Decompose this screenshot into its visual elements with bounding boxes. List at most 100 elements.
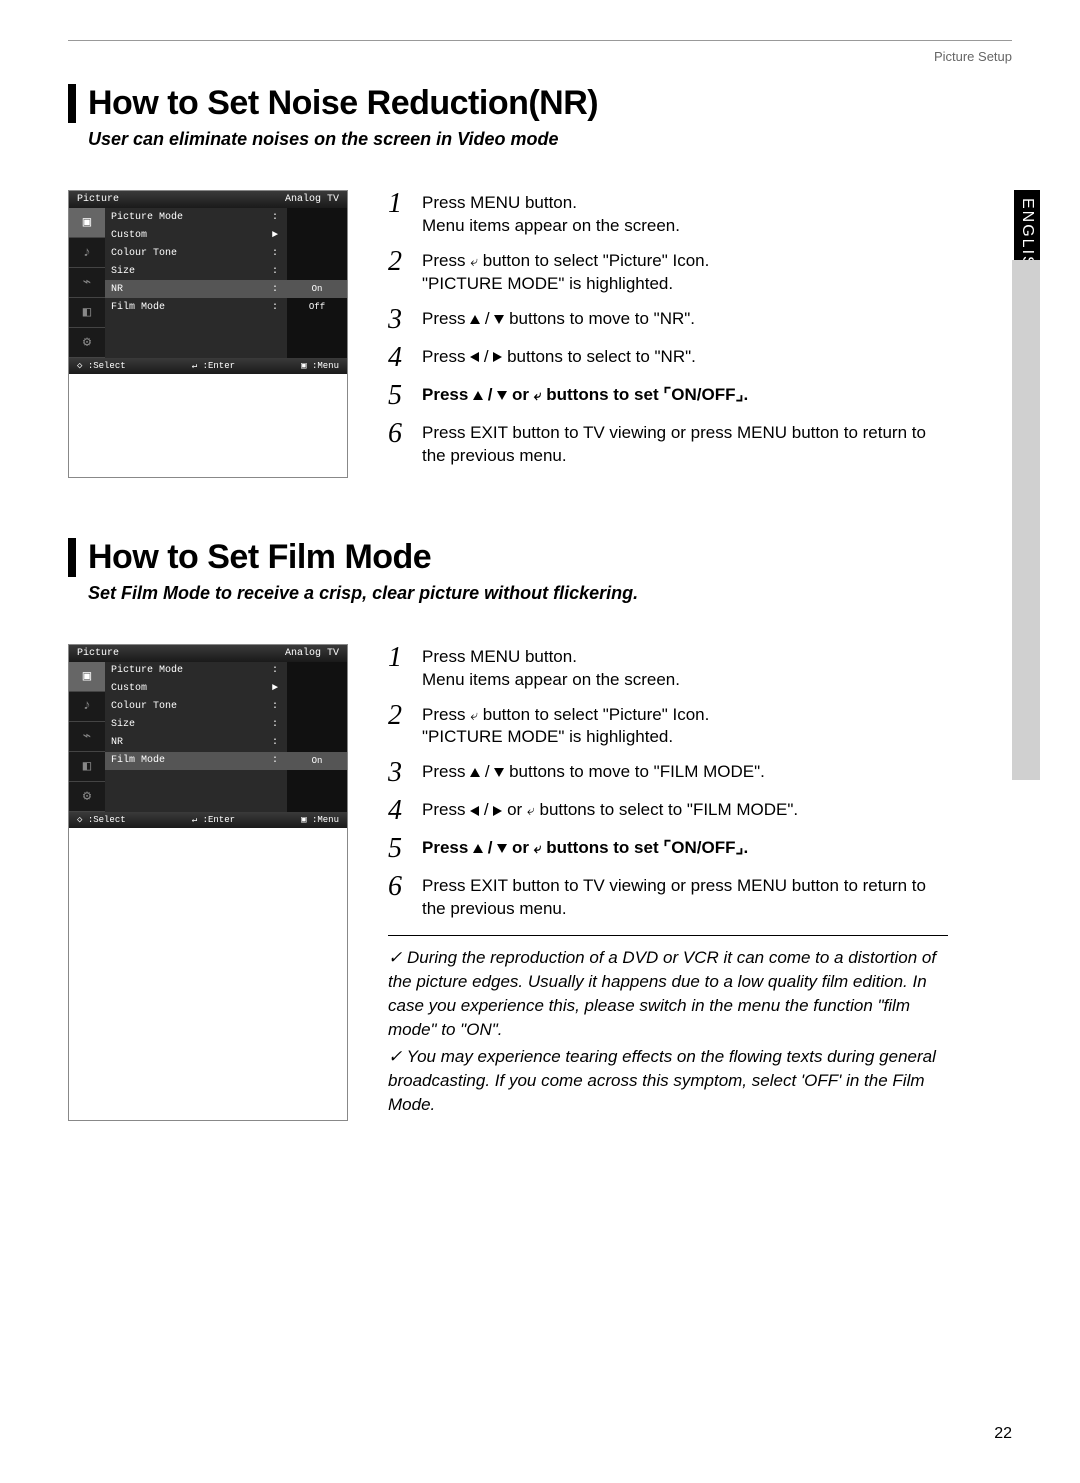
- step-row: 5 Press / or ⤶ buttons to set ⌜ON/OFF⌟.: [388, 835, 948, 863]
- osd-value-off: Off: [287, 298, 347, 316]
- step-text: Press EXIT button to TV viewing or press…: [422, 873, 948, 921]
- step-text: Press / or ⤶ buttons to set ⌜ON/OFF⌟.: [422, 835, 748, 860]
- osd-foot-enter: ↵ :Enter: [192, 815, 235, 825]
- osd-title-left: Picture: [77, 194, 119, 205]
- osd-row-indicator: :: [269, 719, 281, 730]
- osd-menu-row: Picture Mode:: [105, 662, 287, 680]
- osd-row-indicator: ►: [269, 683, 281, 694]
- osd-titlebar: Picture Analog TV: [69, 645, 347, 662]
- step-text: Press / or ⤶ buttons to select to "FILM …: [422, 797, 798, 822]
- osd-value-empty: [287, 698, 347, 716]
- step-row: 6 Press EXIT button to TV viewing or pre…: [388, 420, 948, 468]
- osd-foot-menu: ▣ :Menu: [301, 815, 339, 825]
- osd-row-indicator: :: [269, 701, 281, 712]
- manual-section: How to Set Noise Reduction(NR) User can …: [68, 84, 1012, 478]
- osd-menu-row: Custom►: [105, 680, 287, 698]
- up-arrow-icon: [470, 768, 480, 777]
- page-number: 22: [994, 1425, 1012, 1443]
- osd-sidebar: ▣ ♪ ⌁ ◧ ⚙: [69, 208, 105, 358]
- sound-icon: ♪: [69, 238, 105, 268]
- enter-icon: ⤶: [534, 386, 542, 405]
- step-number: 3: [388, 306, 412, 334]
- osd-row-indicator: ►: [269, 230, 281, 241]
- osd-value-empty: [287, 244, 347, 262]
- osd-value-empty: [287, 208, 347, 226]
- step-text: Press ⤶ button to select "Picture" Icon.…: [422, 702, 709, 750]
- section-title-row: How to Set Noise Reduction(NR): [68, 84, 1012, 123]
- osd-foot-menu: ▣ :Menu: [301, 361, 339, 371]
- check-icon: ✓: [388, 1047, 402, 1066]
- osd-values-column: OnOff: [287, 208, 347, 358]
- osd-row-indicator: :: [269, 665, 281, 676]
- osd-row-indicator: :: [269, 212, 281, 223]
- step-number: 3: [388, 759, 412, 787]
- osd-title-left: Picture: [77, 648, 119, 659]
- osd-value-on: On: [287, 280, 347, 298]
- step-number: 1: [388, 644, 412, 672]
- osd-menu-row: Size:: [105, 716, 287, 734]
- left-arrow-icon: [470, 352, 479, 362]
- step-number: 4: [388, 344, 412, 372]
- osd-foot-select: ◇ :Select: [77, 815, 126, 825]
- osd-row-label: NR: [111, 737, 269, 748]
- setup-icon: ⚙: [69, 328, 105, 358]
- osd-value-empty: [287, 662, 347, 680]
- step-text: Press / buttons to move to "FILM MODE".: [422, 759, 765, 784]
- osd-row-label: Custom: [111, 230, 269, 241]
- header-rule: [68, 40, 1012, 41]
- osd-footer: ◇ :Select ↵ :Enter ▣ :Menu: [69, 812, 347, 828]
- step-row: 2 Press ⤶ button to select "Picture" Ico…: [388, 702, 948, 750]
- osd-main: Picture Mode:Custom►Colour Tone:Size:NR:…: [105, 208, 287, 358]
- osd-menu-row: Film Mode:: [105, 752, 287, 770]
- osd-row-indicator: :: [269, 302, 281, 313]
- up-arrow-icon: [473, 844, 483, 853]
- step-number: 5: [388, 835, 412, 863]
- channel-icon: ⌁: [69, 722, 105, 752]
- osd-foot-enter: ↵ :Enter: [192, 361, 235, 371]
- setup-icon: ⚙: [69, 782, 105, 812]
- step-row: 4 Press / or ⤶ buttons to select to "FIL…: [388, 797, 948, 825]
- osd-footer: ◇ :Select ↵ :Enter ▣ :Menu: [69, 358, 347, 374]
- title-bar: [68, 84, 76, 123]
- osd-row-indicator: :: [269, 737, 281, 748]
- steps-list: 1 Press MENU button.Menu items appear on…: [388, 190, 948, 478]
- osd-values-column: On: [287, 662, 347, 812]
- language-tab-bg: [1012, 260, 1040, 780]
- osd-title-right: Analog TV: [285, 648, 339, 659]
- step-text: Press / buttons to select to "NR".: [422, 344, 696, 369]
- step-text: Press MENU button.Menu items appear on t…: [422, 190, 680, 238]
- content-row: Picture Analog TV ▣ ♪ ⌁ ◧ ⚙ Picture Mode…: [68, 644, 1012, 1121]
- section-title-row: How to Set Film Mode: [68, 538, 1012, 577]
- enter-icon: ⤶: [470, 706, 478, 725]
- osd-row-indicator: :: [269, 248, 281, 259]
- picture-icon: ▣: [69, 208, 105, 238]
- osd-row-label: Film Mode: [111, 755, 269, 766]
- step-number: 4: [388, 797, 412, 825]
- osd-row-label: Size: [111, 719, 269, 730]
- osd-row-label: Custom: [111, 683, 269, 694]
- down-arrow-icon: [494, 768, 504, 777]
- step-row: 4 Press / buttons to select to "NR".: [388, 344, 948, 372]
- osd-value-empty: [287, 226, 347, 244]
- picture-icon: ▣: [69, 662, 105, 692]
- osd-menu-row: Size:: [105, 262, 287, 280]
- down-arrow-icon: [497, 391, 507, 400]
- osd-row-label: Picture Mode: [111, 665, 269, 676]
- step-number: 6: [388, 420, 412, 448]
- pip-icon: ◧: [69, 298, 105, 328]
- osd-body: ▣ ♪ ⌁ ◧ ⚙ Picture Mode:Custom►Colour Ton…: [69, 208, 347, 358]
- content-row: Picture Analog TV ▣ ♪ ⌁ ◧ ⚙ Picture Mode…: [68, 190, 1012, 478]
- step-number: 2: [388, 248, 412, 276]
- osd-row-indicator: :: [269, 284, 281, 295]
- pip-icon: ◧: [69, 752, 105, 782]
- osd-foot-select: ◇ :Select: [77, 361, 126, 371]
- right-arrow-icon: [493, 352, 502, 362]
- sound-icon: ♪: [69, 692, 105, 722]
- step-text: Press EXIT button to TV viewing or press…: [422, 420, 948, 468]
- step-text: Press / buttons to move to "NR".: [422, 306, 695, 331]
- osd-value-empty: [287, 716, 347, 734]
- osd-menu-row: Colour Tone:: [105, 698, 287, 716]
- enter-icon: ⤶: [470, 252, 478, 271]
- title-bar: [68, 538, 76, 577]
- osd-main: Picture Mode:Custom►Colour Tone:Size:NR:…: [105, 662, 287, 812]
